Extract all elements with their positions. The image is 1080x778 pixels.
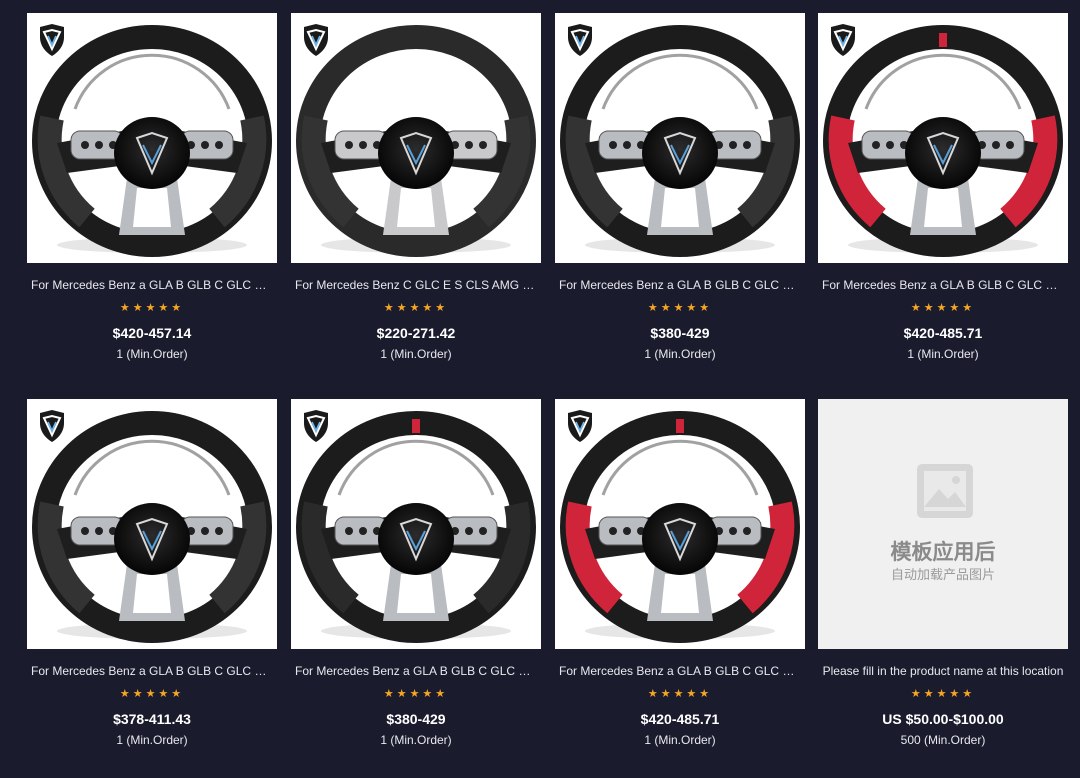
rating-stars: ★★★★★ [119, 688, 185, 700]
brand-logo-icon [831, 24, 855, 56]
min-order: 1 (Min.Order) [116, 347, 188, 361]
product-card[interactable]: For Mercedes Benz a GLA B GLB C GLC E G.… [555, 399, 805, 748]
product-image-placeholder[interactable]: 模板应用后 自动加载产品图片 [818, 399, 1068, 649]
placeholder-subtitle: 自动加载产品图片 [890, 568, 995, 583]
product-card[interactable]: For Mercedes Benz a GLA B GLB C GLC E G.… [27, 13, 277, 362]
min-order: 1 (Min.Order) [644, 733, 716, 747]
product-card[interactable]: 模板应用后 自动加载产品图片 Please fill in the produc… [818, 399, 1068, 748]
brand-logo-icon [40, 24, 64, 56]
product-grid: For Mercedes Benz a GLA B GLB C GLC E G.… [0, 0, 1080, 778]
rating-stars: ★★★★★ [383, 688, 449, 700]
brand-logo-icon [40, 410, 64, 442]
product-image[interactable] [555, 399, 805, 649]
image-placeholder: 模板应用后 自动加载产品图片 [818, 399, 1068, 649]
product-title[interactable]: For Mercedes Benz a GLA B GLB C GLC E G.… [27, 663, 277, 679]
rating-stars: ★★★★★ [647, 688, 713, 700]
rating-stars: ★★★★★ [910, 302, 976, 314]
product-price: $220-271.42 [376, 325, 456, 341]
product-image[interactable] [291, 399, 541, 649]
product-price: $420-457.14 [112, 325, 192, 341]
product-price: $380-429 [650, 325, 710, 341]
brand-logo-icon [304, 24, 328, 56]
product-title[interactable]: For Mercedes Benz a GLA B GLB C GLC E G.… [555, 277, 805, 293]
product-title[interactable]: For Mercedes Benz a GLA B GLB C GLC E G.… [818, 277, 1068, 293]
product-card[interactable]: For Mercedes Benz C GLC E S CLS AMG 20..… [291, 13, 541, 362]
min-order: 1 (Min.Order) [380, 733, 452, 747]
brand-logo-icon [568, 410, 592, 442]
product-price: US $50.00-$100.00 [882, 711, 1004, 727]
product-image[interactable] [27, 13, 277, 263]
product-title[interactable]: For Mercedes Benz a GLA B GLB C GLC E G.… [555, 663, 805, 679]
image-icon [917, 464, 973, 518]
brand-logo-icon [304, 410, 328, 442]
product-card[interactable]: For Mercedes Benz a GLA B GLB C GLC E G.… [818, 13, 1068, 362]
min-order: 1 (Min.Order) [380, 347, 452, 361]
product-card[interactable]: For Mercedes Benz a GLA B GLB C GLC E G.… [27, 399, 277, 748]
product-title[interactable]: For Mercedes Benz C GLC E S CLS AMG 20..… [291, 277, 541, 293]
min-order: 1 (Min.Order) [644, 347, 716, 361]
product-price: $378-411.43 [113, 711, 191, 727]
product-image[interactable] [818, 13, 1068, 263]
min-order: 500 (Min.Order) [900, 733, 986, 747]
product-image[interactable] [555, 13, 805, 263]
rating-stars: ★★★★★ [647, 302, 713, 314]
product-card[interactable]: For Mercedes Benz a GLA B GLB C GLC E G.… [291, 399, 541, 748]
product-price: $380-429 [386, 711, 446, 727]
product-title[interactable]: Please fill in the product name at this … [818, 663, 1068, 679]
min-order: 1 (Min.Order) [907, 347, 979, 361]
product-price: $420-485.71 [903, 325, 983, 341]
product-title[interactable]: For Mercedes Benz a GLA B GLB C GLC E G.… [27, 277, 277, 293]
product-image[interactable] [291, 13, 541, 263]
product-image[interactable] [27, 399, 277, 649]
product-title[interactable]: For Mercedes Benz a GLA B GLB C GLC E G.… [291, 663, 541, 679]
rating-stars: ★★★★★ [910, 688, 976, 700]
product-card[interactable]: For Mercedes Benz a GLA B GLB C GLC E G.… [555, 13, 805, 362]
placeholder-title: 模板应用后 [890, 540, 996, 564]
min-order: 1 (Min.Order) [116, 733, 188, 747]
rating-stars: ★★★★★ [119, 302, 185, 314]
brand-logo-icon [568, 24, 592, 56]
rating-stars: ★★★★★ [383, 302, 449, 314]
product-price: $420-485.71 [640, 711, 720, 727]
